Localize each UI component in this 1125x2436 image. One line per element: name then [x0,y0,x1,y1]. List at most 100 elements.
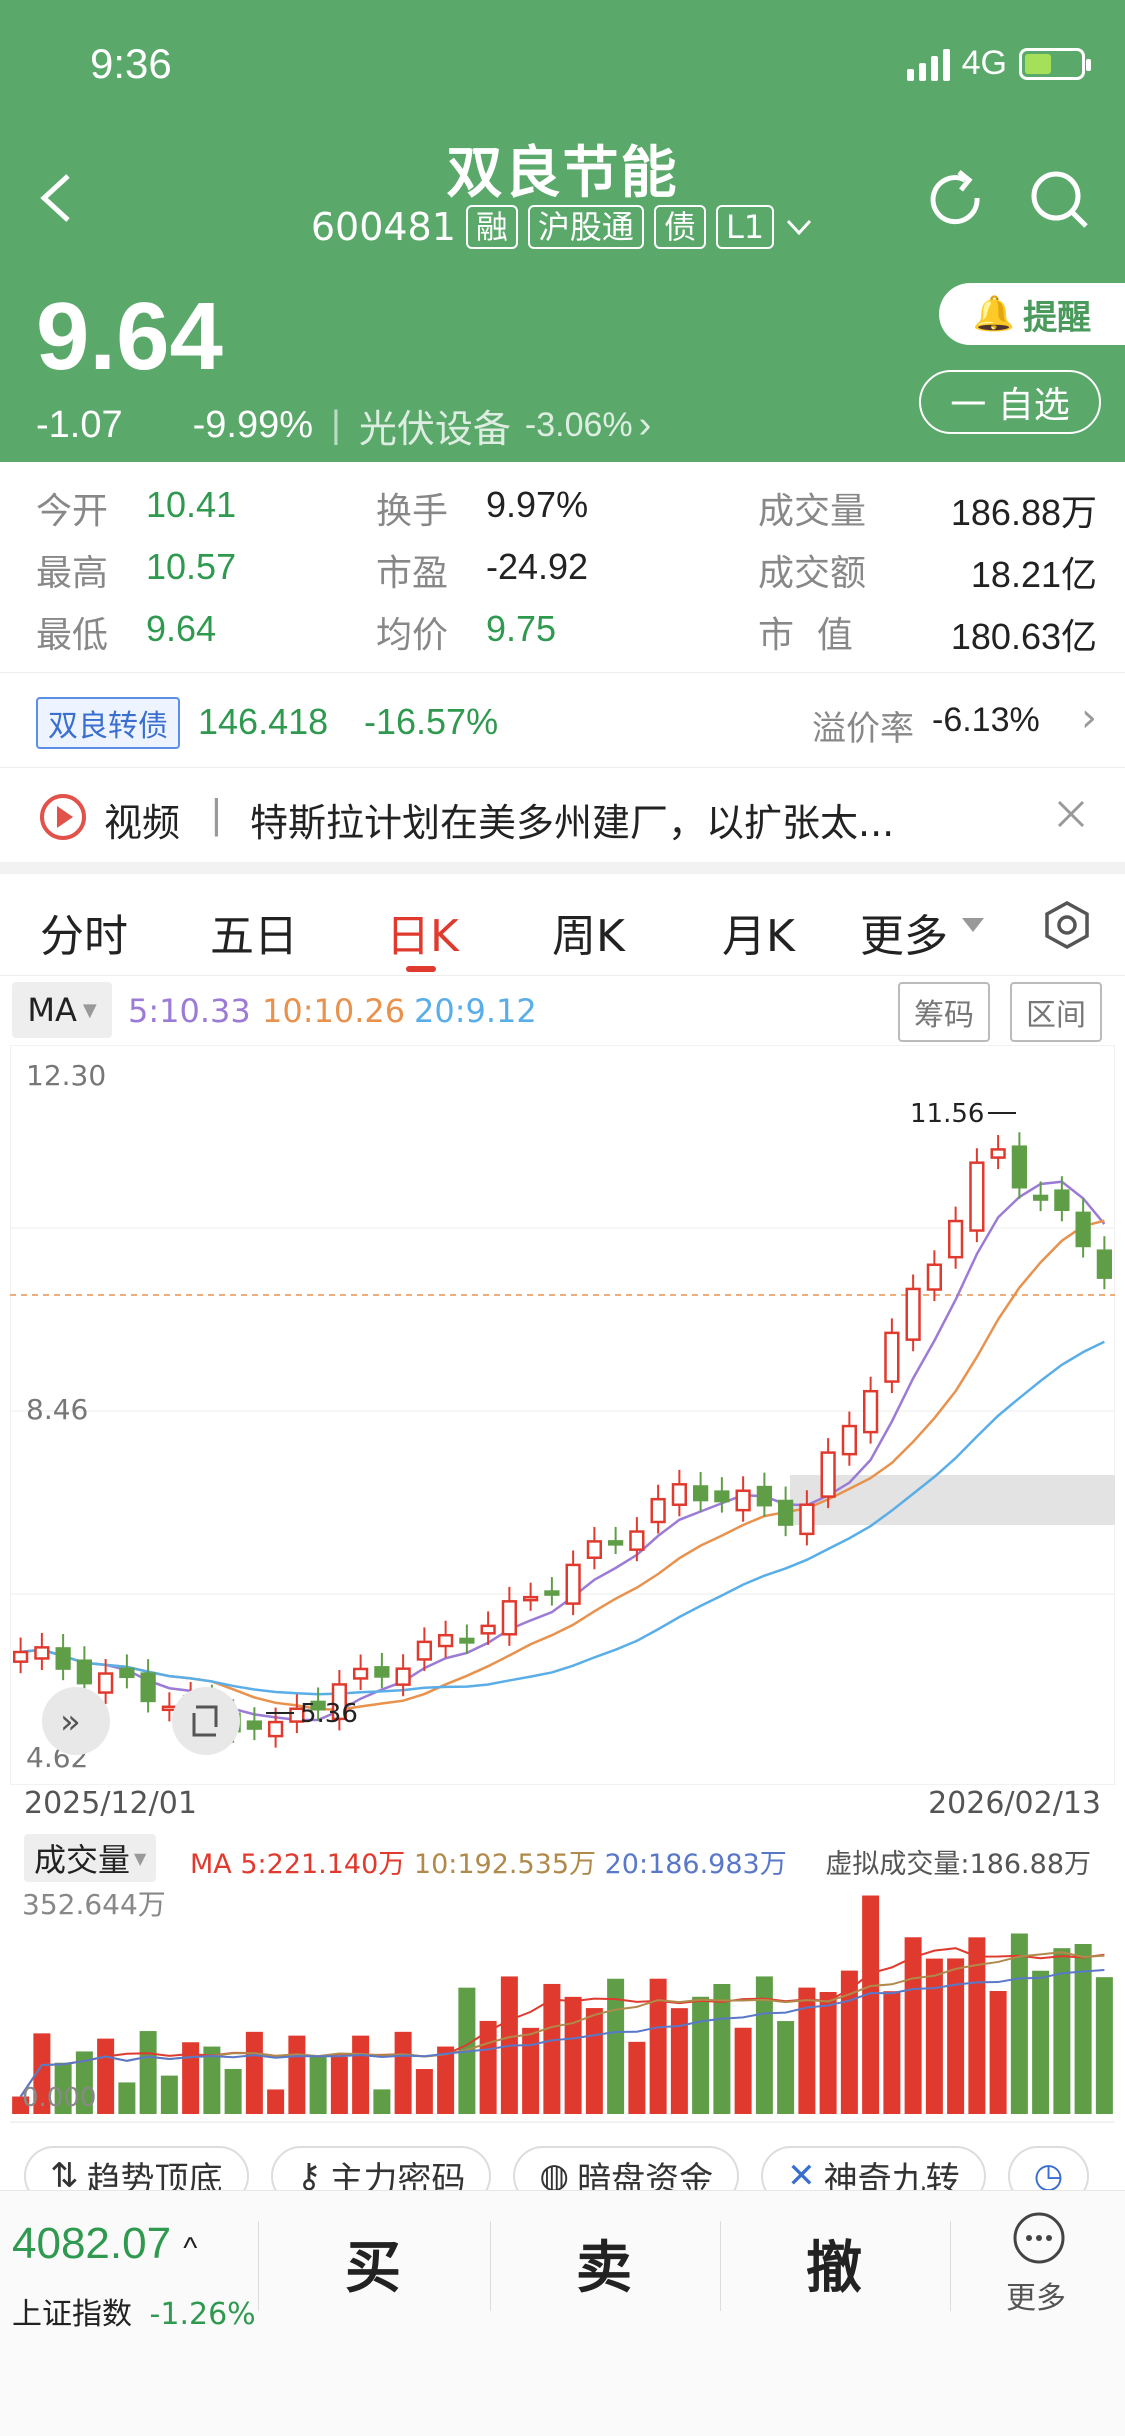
refresh-icon[interactable] [925,168,989,236]
volume-bar [415,2069,433,2114]
index-pct: -1.26% [149,2297,256,2332]
chart-tabs: 分时 五日 日K 周K 月K 更多 [0,874,1125,976]
volume-axis-top: 352.644万 [22,1888,166,1921]
volume-bar [777,2021,795,2114]
candle [714,1490,730,1503]
virtual-volume: 虚拟成交量:186.88万 [825,1849,1091,1880]
candle [119,1667,135,1679]
candle [905,1287,921,1341]
tab-five-day[interactable]: 五日 [210,900,298,964]
candle [841,1424,857,1456]
volume-chart[interactable]: 352.644万 0.000 [10,1884,1115,2124]
volume-bar [1095,1977,1113,2114]
chips-button[interactable]: 筹码 [898,982,990,1042]
turnover-value: 9.97% [486,484,589,525]
amount-label: 成交额 [758,553,867,594]
remind-button[interactable]: 🔔 提醒 [939,283,1125,345]
price-change-pct: -9.99% [192,404,314,446]
volume-bar [713,1984,731,2114]
date-end: 2026/02/13 [928,1786,1101,1821]
settings-hexagon-icon[interactable] [1042,900,1092,950]
convertible-bond-row[interactable]: 双良转债 146.418 -16.57% 溢价率 -6.13% › [0,672,1125,768]
kline-chart[interactable]: 12.30 8.46 4.62 11.56 5.36 » [10,1045,1115,1785]
ma-selector[interactable]: MA ▼ [12,982,112,1038]
avg-label: 均价 [376,615,449,656]
volume-bar [734,2027,752,2114]
volume-bar [649,1978,667,2114]
ma20-value: 20:9.12 [414,992,537,1030]
tab-daily-k[interactable]: 日K [386,900,459,964]
chevron-right-icon: › [638,404,652,446]
chevron-down-icon[interactable] [784,215,814,239]
candle [98,1672,114,1694]
candle [268,1720,284,1738]
change-row: -1.07 -9.99% | 光伏设备 -3.06% › [36,398,651,453]
candle [586,1540,602,1559]
sell-button[interactable]: 卖 [576,2223,632,2304]
volume-ma-row: MA 5:221.140万 10:192.535万 20:186.983万 [190,1849,787,1880]
turnover-label: 换手 [376,491,449,532]
cap-label: 市 值 [758,615,853,656]
candle [799,1503,815,1536]
candle [416,1640,432,1661]
candle [778,1499,794,1526]
divider [0,862,1125,874]
search-icon[interactable] [1028,168,1092,236]
caret-down-icon [962,918,984,932]
close-icon[interactable] [1055,798,1087,830]
open-value: 10.41 [146,484,237,525]
buy-button[interactable]: 买 [345,2223,401,2304]
tab-more[interactable]: 更多 [860,900,948,964]
fullscreen-button[interactable] [172,1687,240,1755]
volume-bar [139,2031,157,2114]
volume-bar [628,2041,646,2114]
tag-level: L1 [715,205,775,249]
price-change: -1.07 [36,404,123,446]
ma10-value: 10:10.26 [262,992,406,1030]
quote-stats: 今开 10.41 最高 10.57 最低 9.64 换手 9.97% 市盈 -2… [0,462,1125,672]
more-dots-icon[interactable] [1012,2211,1066,2265]
tag-connect: 沪股通 [527,205,644,249]
volume-bar [160,2075,178,2114]
tab-monthly-k[interactable]: 月K [722,900,795,964]
add-watchlist-button[interactable]: 一 自选 [919,370,1101,434]
volume-bar [755,1976,773,2114]
volume-bar [373,2089,391,2114]
play-icon [40,794,86,840]
high-value: 10.57 [146,546,237,587]
candle [735,1489,751,1512]
vol-ma5: 5:221.140万 [240,1849,406,1880]
sector-name[interactable]: 光伏设备 [359,398,511,453]
active-tab-indicator [406,966,436,972]
tab-intraday[interactable]: 分时 [40,900,128,964]
candle [884,1331,900,1383]
news-tag: 视频 [104,801,181,845]
volume-bar [585,2008,603,2114]
sector-pct[interactable]: -3.06% [525,406,633,445]
index-info: 上证指数 -1.26% [12,2289,256,2333]
index-value[interactable]: 4082.07 ^ [12,2219,197,2269]
candle [671,1483,687,1506]
volume-bar [819,1991,837,2114]
volume-bar [245,2031,263,2114]
tab-weekly-k[interactable]: 周K [552,900,625,964]
candle [565,1563,581,1605]
y-axis-top: 12.30 [26,1059,106,1092]
svg-text:»: » [60,1702,81,1742]
date-start: 2025/12/01 [24,1786,197,1821]
volume-indicator-selector[interactable]: 成交量 ▼ [24,1834,157,1882]
vol-ma10: 10:192.535万 [413,1849,596,1880]
premium-label: 溢价率 [812,709,914,749]
volume-bar [267,2089,285,2114]
index-name: 上证指数 [12,2297,132,2332]
candle [140,1672,156,1703]
candle [969,1161,985,1232]
news-banner[interactable]: 视频 | 特斯拉计划在美多州建厂，以扩张太... [0,768,1125,864]
signal-icon [906,47,950,81]
candle [13,1650,29,1663]
candle [650,1497,666,1524]
volume-bar [1074,1943,1092,2114]
range-button[interactable]: 区间 [1010,982,1102,1042]
cancel-button[interactable]: 撤 [806,2223,862,2304]
volume-bar [1032,1970,1050,2114]
